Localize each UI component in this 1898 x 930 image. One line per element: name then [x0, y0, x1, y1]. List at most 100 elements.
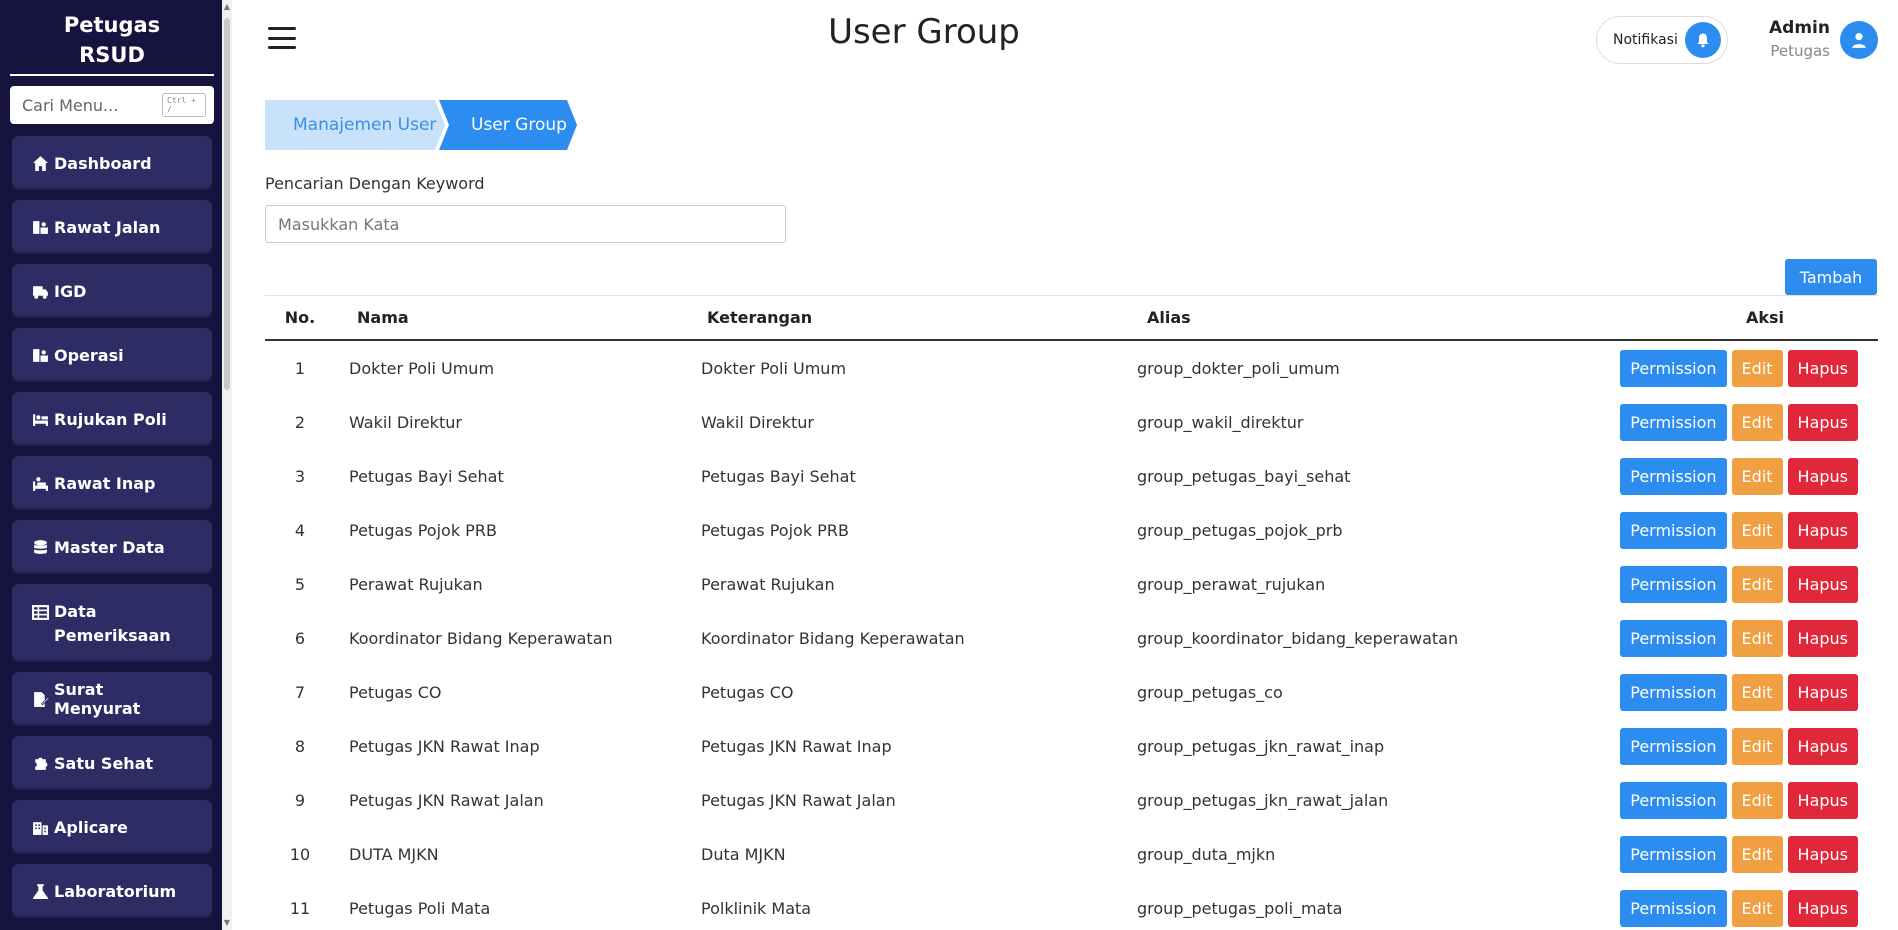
permission-button[interactable]: Permission — [1620, 565, 1727, 603]
delete-button[interactable]: Hapus — [1787, 835, 1858, 873]
app-root: Petugas RSUD Ctrl + / Dashboard Rawat Ja… — [0, 0, 1898, 930]
search-label: Pencarian Dengan Keyword — [265, 174, 485, 193]
sidebar-item-label: Rujukan Poli — [54, 409, 167, 429]
cell-no: 6 — [294, 628, 306, 648]
scroll-up-icon[interactable]: ▲ — [223, 3, 231, 11]
sidebar-item-master-data[interactable]: Master Data — [12, 520, 212, 574]
breadcrumb: Manajemen User User Group — [265, 100, 577, 150]
delete-button[interactable]: Hapus — [1787, 457, 1858, 495]
sidebar-item-satu-sehat[interactable]: Satu Sehat — [12, 736, 212, 790]
user-avatar-icon[interactable] — [1840, 21, 1878, 59]
permission-button[interactable]: Permission — [1620, 511, 1727, 549]
delete-button[interactable]: Hapus — [1787, 889, 1858, 927]
edit-button[interactable]: Edit — [1731, 727, 1783, 765]
delete-button[interactable]: Hapus — [1787, 619, 1858, 657]
delete-button[interactable]: Hapus — [1787, 403, 1858, 441]
sidebar-item-laboratorium[interactable]: Laboratorium — [12, 864, 212, 918]
edit-button[interactable]: Edit — [1731, 349, 1783, 387]
permission-button[interactable]: Permission — [1620, 349, 1727, 387]
col-header-keterangan: Keterangan — [707, 308, 813, 327]
bell-icon — [1685, 22, 1721, 58]
permission-button[interactable]: Permission — [1620, 457, 1727, 495]
cell-keterangan: Petugas JKN Rawat Jalan — [701, 790, 896, 810]
database-icon — [30, 538, 50, 556]
cell-no: 9 — [294, 790, 306, 810]
edit-button[interactable]: Edit — [1731, 511, 1783, 549]
col-header-alias: Alias — [1147, 308, 1191, 327]
cell-aksi: Permission Edit Hapus — [1620, 781, 1878, 819]
sidebar-search[interactable]: Ctrl + / — [10, 86, 214, 124]
edit-button[interactable]: Edit — [1731, 565, 1783, 603]
sidebar-search-input[interactable] — [22, 95, 162, 115]
sidebar-item-surat-menyurat[interactable]: Surat Menyurat — [12, 672, 212, 726]
cell-no: 10 — [289, 844, 311, 864]
permission-button[interactable]: Permission — [1620, 835, 1727, 873]
sidebar-item-rujukan-poli[interactable]: Rujukan Poli — [12, 392, 212, 446]
edit-button[interactable]: Edit — [1731, 403, 1783, 441]
bed-icon — [30, 410, 50, 428]
permission-button[interactable]: Permission — [1620, 727, 1727, 765]
breadcrumb-item-manajemen-user[interactable]: Manajemen User — [265, 100, 445, 150]
cell-aksi: Permission Edit Hapus — [1620, 835, 1878, 873]
sidebar-item-igd[interactable]: IGD — [12, 264, 212, 318]
delete-button[interactable]: Hapus — [1787, 565, 1858, 603]
permission-button[interactable]: Permission — [1620, 619, 1727, 657]
edit-button[interactable]: Edit — [1731, 835, 1783, 873]
sidebar-scrollbar[interactable]: ▲ ▼ — [222, 0, 232, 930]
delete-button[interactable]: Hapus — [1787, 727, 1858, 765]
cell-aksi: Permission Edit Hapus — [1620, 889, 1878, 927]
cell-alias: group_petugas_jkn_rawat_jalan — [1137, 790, 1389, 810]
sidebar-item-data-pemeriksaan[interactable]: Data Pemeriksaan — [12, 584, 212, 662]
edit-button[interactable]: Edit — [1731, 781, 1783, 819]
brand-line-1: Petugas — [63, 13, 161, 37]
table-row: 2 Wakil Direktur Wakil Direktur group_wakil… — [265, 395, 1878, 449]
delete-button[interactable]: Hapus — [1787, 349, 1858, 387]
delete-button[interactable]: Hapus — [1787, 781, 1858, 819]
cell-keterangan: Duta MJKN — [701, 844, 786, 864]
table-row: 8 Petugas JKN Rawat Inap Petugas JKN Rawat… — [265, 719, 1878, 773]
breadcrumb-item-user-group: User Group — [439, 100, 577, 150]
cell-nama: Petugas JKN Rawat Jalan — [349, 790, 544, 810]
sidebar-item-operasi[interactable]: Operasi — [12, 328, 212, 382]
edit-button[interactable]: Edit — [1731, 673, 1783, 711]
edit-button[interactable]: Edit — [1731, 619, 1783, 657]
cell-keterangan: Perawat Rujukan — [701, 574, 835, 594]
scrollbar-thumb[interactable] — [224, 18, 230, 390]
col-header-aksi: Aksi — [1745, 308, 1785, 327]
home-icon — [30, 154, 50, 172]
table-row: 6 Koordinator Bidang Keperawatan Koordinat… — [265, 611, 1878, 665]
permission-button[interactable]: Permission — [1620, 781, 1727, 819]
cell-aksi: Permission Edit Hapus — [1620, 349, 1878, 387]
cell-no: 4 — [294, 520, 306, 540]
user-menu[interactable]: Admin Petugas — [1760, 18, 1878, 62]
edit-button[interactable]: Edit — [1731, 457, 1783, 495]
cell-no: 8 — [294, 736, 306, 756]
table-row: 4 Petugas Pojok PRB Petugas Pojok PRB group… — [265, 503, 1878, 557]
sidebar-item-rawat-inap[interactable]: Rawat Inap — [12, 456, 212, 510]
permission-button[interactable]: Permission — [1620, 403, 1727, 441]
flask-icon — [30, 882, 50, 900]
cell-nama: Petugas CO — [349, 682, 442, 702]
keyword-search-input[interactable] — [265, 205, 786, 243]
delete-button[interactable]: Hapus — [1787, 673, 1858, 711]
table-icon — [30, 603, 50, 621]
cell-keterangan: Petugas Pojok PRB — [701, 520, 849, 540]
permission-button[interactable]: Permission — [1620, 889, 1727, 927]
menu-toggle-icon[interactable] — [268, 27, 296, 49]
ambulance-icon — [30, 282, 50, 300]
user-group-table: No. Nama Keterangan Alias Aksi 1 Dokter P… — [265, 295, 1878, 930]
notification-button[interactable]: Notifikasi — [1596, 16, 1728, 64]
permission-button[interactable]: Permission — [1620, 673, 1727, 711]
sidebar-item-dashboard[interactable]: Dashboard — [12, 136, 212, 190]
brand-line-2: RSUD — [79, 43, 145, 67]
cell-keterangan: Petugas JKN Rawat Inap — [701, 736, 892, 756]
table-header: No. Nama Keterangan Alias Aksi — [265, 295, 1878, 341]
cell-keterangan: Wakil Direktur — [701, 412, 814, 432]
delete-button[interactable]: Hapus — [1787, 511, 1858, 549]
sidebar-item-aplicare[interactable]: Aplicare — [12, 800, 212, 854]
sidebar-item-label: Rawat Jalan — [54, 217, 161, 237]
sidebar-item-rawat-jalan[interactable]: Rawat Jalan — [12, 200, 212, 254]
scroll-down-icon[interactable]: ▼ — [223, 919, 231, 927]
add-button[interactable]: Tambah — [1785, 259, 1877, 295]
edit-button[interactable]: Edit — [1731, 889, 1783, 927]
